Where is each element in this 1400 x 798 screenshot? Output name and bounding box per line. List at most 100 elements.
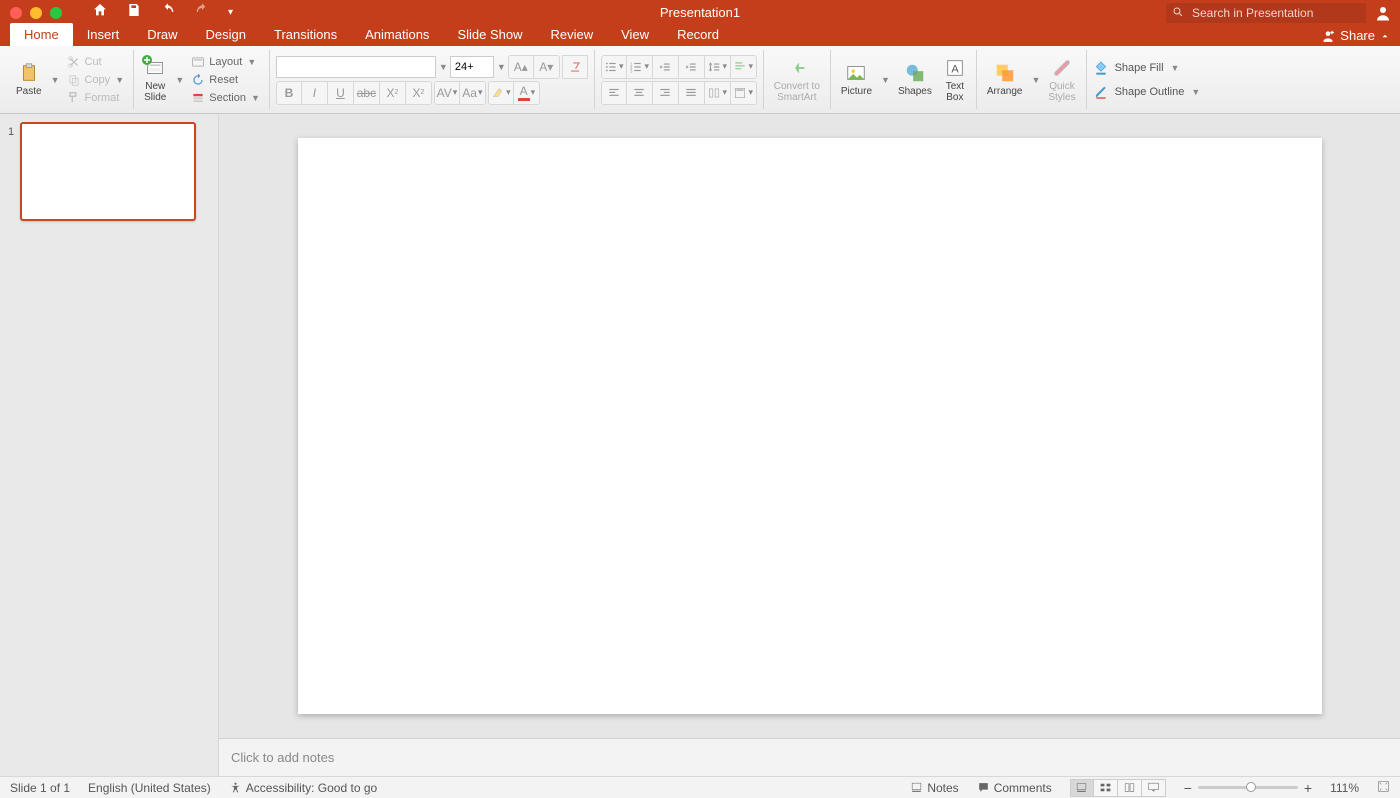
- account-icon[interactable]: [1374, 4, 1392, 22]
- qat-customize-icon[interactable]: ▾: [228, 7, 233, 18]
- slide-thumbnail-panel: 1: [0, 114, 219, 776]
- align-left-button[interactable]: [601, 81, 627, 105]
- slide-counter: Slide 1 of 1: [10, 781, 70, 795]
- copy-button[interactable]: Copy▼: [64, 72, 128, 88]
- notes-pane[interactable]: Click to add notes: [219, 738, 1400, 776]
- decrease-indent-button[interactable]: [653, 55, 679, 79]
- undo-icon[interactable]: [160, 2, 176, 23]
- strikethrough-button[interactable]: abc: [354, 81, 380, 105]
- justify-button[interactable]: [679, 81, 705, 105]
- layout-button[interactable]: Layout▼: [188, 54, 263, 70]
- align-right-button[interactable]: [653, 81, 679, 105]
- fullscreen-window-button[interactable]: [50, 7, 62, 19]
- comments-toggle[interactable]: Comments: [977, 781, 1052, 795]
- search-input[interactable]: [1166, 3, 1366, 23]
- paragraph-group: ▾ 123▾ ▾ ▾ ▾ ▾: [595, 50, 764, 109]
- increase-indent-button[interactable]: [679, 55, 705, 79]
- tab-design[interactable]: Design: [192, 23, 260, 46]
- svg-text:3: 3: [631, 68, 634, 73]
- zoom-in-button[interactable]: +: [1304, 780, 1312, 796]
- notes-placeholder: Click to add notes: [231, 750, 334, 765]
- window-controls: [0, 7, 62, 19]
- slide-thumbnail-1[interactable]: [20, 122, 196, 221]
- collapse-ribbon-icon[interactable]: [1380, 31, 1390, 41]
- zoom-knob[interactable]: [1246, 782, 1256, 792]
- title-bar: ▾ Presentation1: [0, 0, 1400, 25]
- align-text-button[interactable]: ▾: [731, 81, 757, 105]
- status-bar: Slide 1 of 1 English (United States) Acc…: [0, 776, 1400, 798]
- highlight-button[interactable]: ▾: [488, 81, 514, 105]
- notes-toggle[interactable]: Notes: [910, 781, 958, 795]
- cut-button[interactable]: Cut: [64, 54, 128, 70]
- tab-insert[interactable]: Insert: [73, 23, 134, 46]
- paste-dropdown[interactable]: ▼: [51, 75, 60, 85]
- numbering-button[interactable]: 123▾: [627, 55, 653, 79]
- picture-button[interactable]: Picture: [837, 60, 876, 99]
- zoom-track[interactable]: [1198, 786, 1298, 789]
- tab-view[interactable]: View: [607, 23, 663, 46]
- line-spacing-button[interactable]: ▾: [705, 55, 731, 79]
- shapes-button[interactable]: Shapes: [894, 60, 936, 99]
- italic-button[interactable]: I: [302, 81, 328, 105]
- char-spacing-button[interactable]: AV▾: [434, 81, 460, 105]
- language-indicator[interactable]: English (United States): [88, 781, 211, 795]
- subscript-button[interactable]: X2: [406, 81, 432, 105]
- tab-home[interactable]: Home: [10, 23, 73, 46]
- new-slide-dropdown[interactable]: ▼: [175, 75, 184, 85]
- tab-transitions[interactable]: Transitions: [260, 23, 351, 46]
- format-painter-button[interactable]: Format: [64, 90, 128, 106]
- zoom-level[interactable]: 111%: [1330, 781, 1359, 795]
- shape-outline-button[interactable]: Shape Outline▼: [1093, 84, 1201, 100]
- superscript-button[interactable]: X2: [380, 81, 406, 105]
- minimize-window-button[interactable]: [30, 7, 42, 19]
- slide-canvas-area[interactable]: [219, 114, 1400, 738]
- reset-button[interactable]: Reset: [188, 72, 263, 88]
- slide-canvas[interactable]: [298, 138, 1322, 714]
- arrange-button[interactable]: Arrange: [983, 60, 1027, 99]
- quick-styles-button[interactable]: Quick Styles: [1044, 55, 1079, 105]
- tab-animations[interactable]: Animations: [351, 23, 443, 46]
- shape-fill-button[interactable]: Shape Fill▼: [1093, 60, 1180, 76]
- bullets-button[interactable]: ▾: [601, 55, 627, 79]
- fit-to-window-button[interactable]: [1377, 780, 1390, 796]
- slide-number-label: 1: [8, 122, 14, 221]
- slide-sorter-view-button[interactable]: [1094, 779, 1118, 797]
- font-color-button[interactable]: A▾: [514, 81, 540, 105]
- tab-draw[interactable]: Draw: [133, 23, 191, 46]
- new-slide-button[interactable]: New Slide: [140, 55, 170, 105]
- home-icon[interactable]: [92, 2, 108, 23]
- search-icon: [1166, 3, 1366, 23]
- align-center-button[interactable]: [627, 81, 653, 105]
- tab-slideshow[interactable]: Slide Show: [443, 23, 536, 46]
- reading-view-button[interactable]: [1118, 779, 1142, 797]
- slides-group: New Slide ▼ Layout▼ Reset Section▼: [134, 50, 270, 109]
- underline-button[interactable]: U: [328, 81, 354, 105]
- font-size-select[interactable]: [450, 56, 494, 78]
- redo-icon[interactable]: [194, 2, 210, 23]
- normal-view-button[interactable]: [1070, 779, 1094, 797]
- text-direction-button[interactable]: ▾: [731, 55, 757, 79]
- font-family-select[interactable]: [276, 56, 436, 78]
- accessibility-checker[interactable]: Accessibility: Good to go: [229, 781, 377, 795]
- columns-button[interactable]: ▾: [705, 81, 731, 105]
- slideshow-view-button[interactable]: [1142, 779, 1166, 797]
- ribbon-home: Paste ▼ Cut Copy▼ Format New Slide ▼ Lay…: [0, 46, 1400, 114]
- increase-font-button[interactable]: A▴: [508, 55, 534, 79]
- share-button[interactable]: Share: [1321, 28, 1390, 46]
- change-case-button[interactable]: Aa▾: [460, 81, 486, 105]
- ribbon-tabs: Home Insert Draw Design Transitions Anim…: [0, 25, 1400, 46]
- convert-smartart-button[interactable]: Convert to SmartArt: [770, 55, 824, 105]
- save-icon[interactable]: [126, 2, 142, 23]
- tab-review[interactable]: Review: [536, 23, 607, 46]
- paste-button[interactable]: Paste: [12, 60, 46, 99]
- clear-formatting-button[interactable]: [562, 55, 588, 79]
- bold-button[interactable]: B: [276, 81, 302, 105]
- zoom-out-button[interactable]: −: [1184, 780, 1192, 796]
- text-box-button[interactable]: A Text Box: [940, 55, 970, 105]
- smartart-group: Convert to SmartArt: [764, 50, 831, 109]
- tab-record[interactable]: Record: [663, 23, 733, 46]
- arrange-group: Arrange ▼ Quick Styles: [977, 50, 1087, 109]
- close-window-button[interactable]: [10, 7, 22, 19]
- section-button[interactable]: Section▼: [188, 90, 263, 106]
- decrease-font-button[interactable]: A▾: [534, 55, 560, 79]
